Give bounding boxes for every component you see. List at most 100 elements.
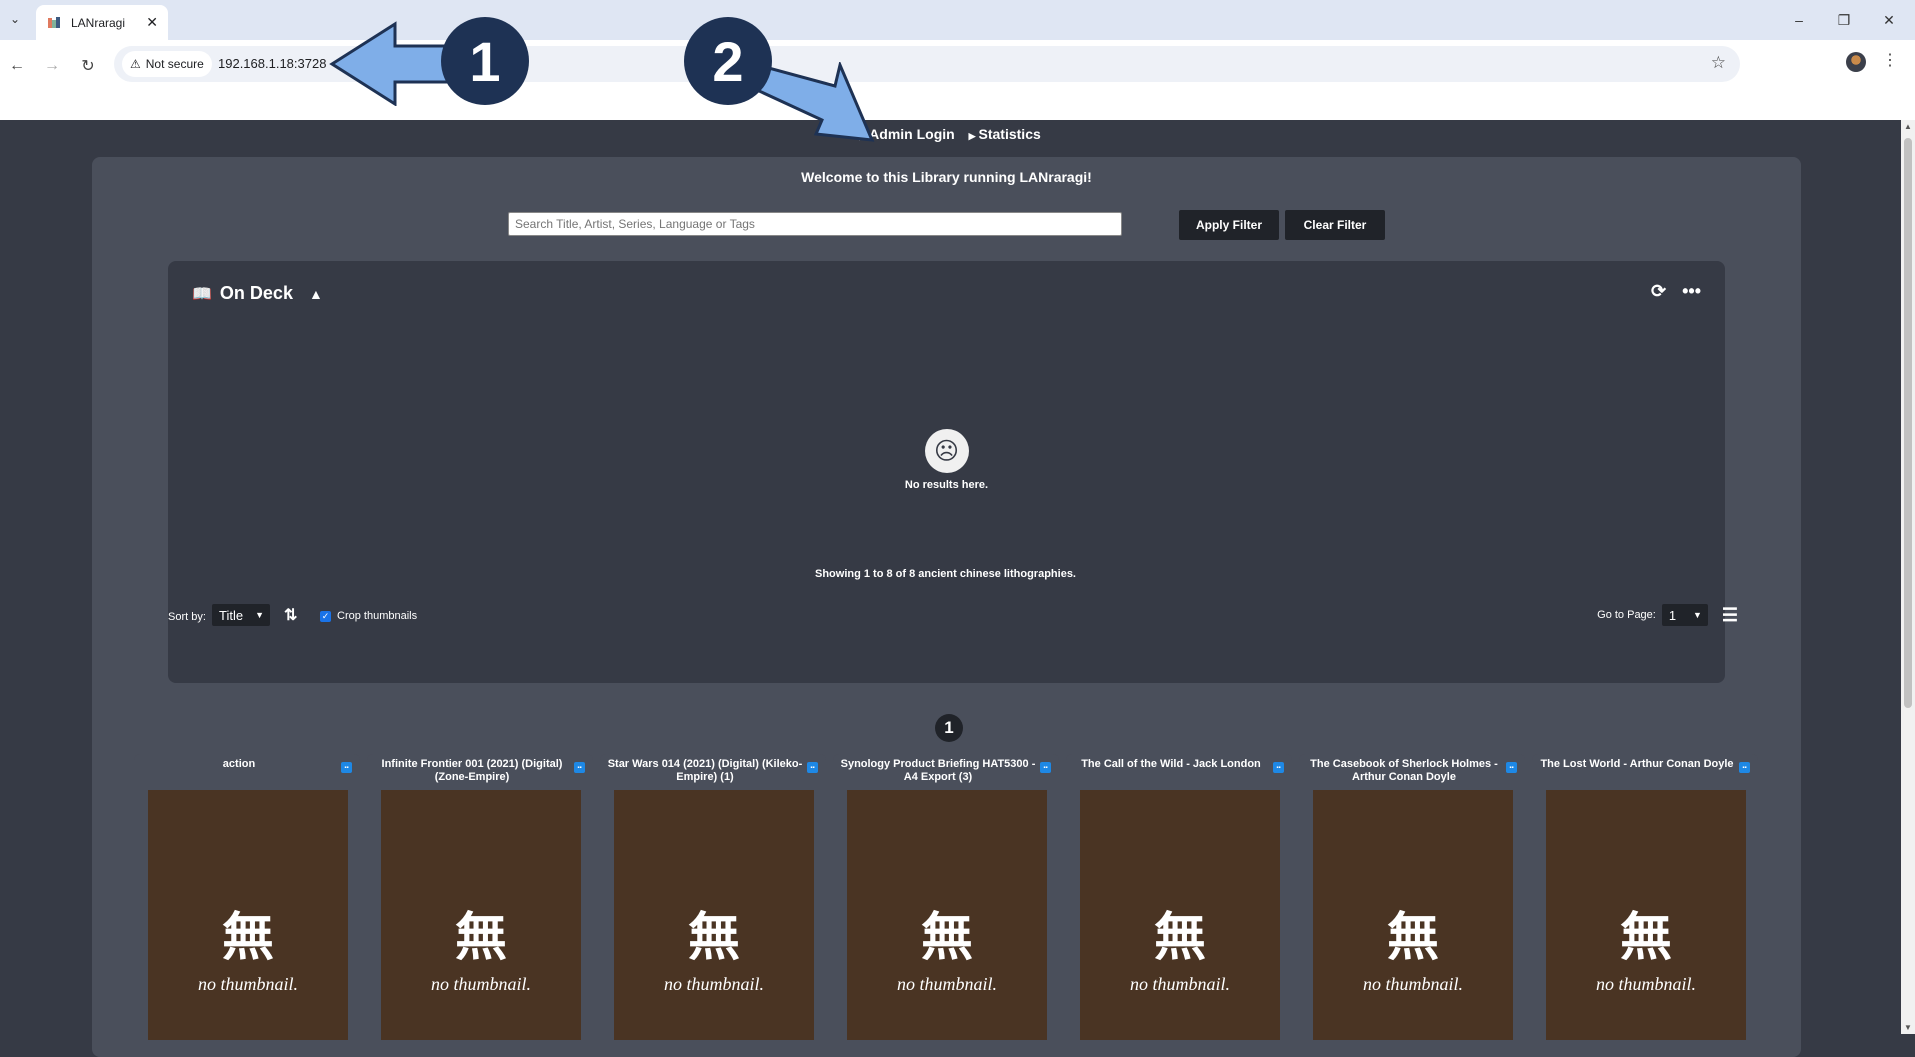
annotation-marker-1: 1 bbox=[441, 17, 529, 105]
forward-icon[interactable]: → bbox=[38, 52, 66, 80]
reload-icon[interactable]: ↻ bbox=[74, 52, 102, 80]
apply-filter-button[interactable]: Apply Filter bbox=[1179, 210, 1279, 240]
sort-value: Title bbox=[219, 607, 244, 623]
archive-thumbnail[interactable]: 無 no thumbnail. bbox=[1080, 790, 1280, 1040]
empty-state: ☹ No results here. bbox=[168, 429, 1725, 491]
new-badge-icon: ▪▪ bbox=[1040, 762, 1051, 773]
tab-title: LANraragi bbox=[71, 15, 126, 30]
archive-thumbnail[interactable]: 無 no thumbnail. bbox=[1313, 790, 1513, 1040]
page-scrollbar[interactable]: ▲ ▼ bbox=[1901, 120, 1915, 1034]
on-deck-header: 📖 On Deck ▲ bbox=[192, 283, 323, 304]
on-deck-actions: ⟳ ••• bbox=[1651, 281, 1701, 302]
archive-card[interactable]: action ▪▪ 無 no thumbnail. bbox=[134, 754, 360, 1054]
no-thumbnail-glyph: 無 bbox=[1153, 907, 1206, 968]
go-to-page-select[interactable]: 1 ▼ bbox=[1661, 604, 1708, 626]
archive-thumbnail[interactable]: 無 no thumbnail. bbox=[381, 790, 581, 1040]
no-thumbnail-glyph: 無 bbox=[687, 907, 740, 968]
scroll-up-icon[interactable]: ▲ bbox=[1904, 122, 1912, 131]
clear-filter-button[interactable]: Clear Filter bbox=[1285, 210, 1385, 240]
sort-direction-icon[interactable]: ⇅ bbox=[284, 605, 297, 625]
checkbox-checked-icon: ✓ bbox=[320, 610, 331, 622]
lanraragi-favicon-icon bbox=[46, 15, 62, 31]
go-to-page-value: 1 bbox=[1668, 607, 1677, 623]
crop-thumbnails-checkbox[interactable]: ✓ Crop thumbnails bbox=[320, 610, 417, 622]
statistics-label: Statistics bbox=[978, 126, 1041, 142]
caret-right-icon: ▶ bbox=[968, 131, 976, 141]
no-thumbnail-glyph: 無 bbox=[454, 907, 507, 968]
no-thumbnail-glyph: 無 bbox=[1386, 907, 1439, 968]
bookmark-star-icon[interactable]: ☆ bbox=[1711, 53, 1726, 73]
archive-title[interactable]: The Call of the Wild - Jack London bbox=[1072, 758, 1270, 771]
statistics-link[interactable]: ▶ Statistics bbox=[969, 126, 1041, 142]
no-thumbnail-text: no thumbnail. bbox=[663, 974, 764, 994]
profile-avatar[interactable] bbox=[1846, 52, 1866, 72]
new-badge-icon: ▪▪ bbox=[1739, 762, 1750, 773]
url-text[interactable]: 192.168.1.18:3728 bbox=[218, 56, 326, 71]
sort-label: Sort by: bbox=[168, 611, 206, 623]
result-count-text: Showing 1 to 8 of 8 ancient chinese lith… bbox=[815, 568, 1076, 580]
browser-toolbar: ← → ↻ ⚠ Not secure 192.168.1.18:3728 ☆ ⋮ bbox=[0, 40, 1915, 120]
no-thumbnail-text: no thumbnail. bbox=[1362, 974, 1463, 994]
pagination-page-1[interactable]: 1 bbox=[935, 714, 963, 742]
crop-thumbnails-label: Crop thumbnails bbox=[337, 610, 418, 622]
new-badge-icon: ▪▪ bbox=[1273, 762, 1284, 773]
no-thumbnail-glyph: 無 bbox=[1619, 907, 1672, 968]
archive-title[interactable]: Star Wars 014 (2021) (Digital) (Kileko-E… bbox=[606, 758, 804, 784]
archive-card[interactable]: The Call of the Wild - Jack London ▪▪ 無 no … bbox=[1066, 754, 1292, 1054]
search-input[interactable] bbox=[508, 212, 1122, 236]
warning-icon: ⚠ bbox=[130, 57, 141, 71]
tab-close-icon[interactable]: ✕ bbox=[146, 14, 158, 31]
top-nav: ▶ Admin Login ▶Statistics bbox=[0, 126, 1900, 142]
go-to-page: Go to Page: 1 ▼ ☰ bbox=[1597, 604, 1738, 626]
sad-face-icon: ☹ bbox=[924, 429, 969, 473]
chevron-down-icon: ▼ bbox=[1692, 610, 1702, 620]
chevron-down-icon: ▼ bbox=[255, 610, 264, 620]
book-reader-icon: 📖 bbox=[192, 285, 212, 303]
no-thumbnail-text: no thumbnail. bbox=[197, 974, 298, 994]
security-chip[interactable]: ⚠ Not secure bbox=[122, 51, 212, 77]
archive-thumbnail[interactable]: 無 no thumbnail. bbox=[847, 790, 1047, 1040]
security-label: Not secure bbox=[145, 57, 204, 71]
no-thumbnail-text: no thumbnail. bbox=[430, 974, 531, 994]
archive-thumbnail[interactable]: 無 no thumbnail. bbox=[614, 790, 814, 1040]
no-thumbnail-glyph: 無 bbox=[221, 907, 274, 968]
list-view-icon[interactable]: ☰ bbox=[1722, 605, 1738, 626]
on-deck-title: On Deck bbox=[219, 283, 293, 303]
tab-search-icon[interactable]: ⌄ bbox=[4, 8, 26, 30]
sort-select[interactable]: Title ▼ bbox=[212, 604, 270, 626]
browser-menu-icon[interactable]: ⋮ bbox=[1882, 50, 1898, 70]
new-badge-icon: ▪▪ bbox=[807, 762, 818, 773]
scrollbar-thumb[interactable] bbox=[1904, 138, 1912, 708]
new-badge-icon: ▪▪ bbox=[1506, 762, 1517, 773]
archive-title[interactable]: The Lost World - Arthur Conan Doyle bbox=[1538, 758, 1736, 771]
annotation-arrow-1 bbox=[329, 21, 457, 106]
archive-title[interactable]: The Casebook of Sherlock Holmes - Arthur… bbox=[1305, 758, 1503, 784]
archive-card[interactable]: Infinite Frontier 001 (2021) (Digital) (… bbox=[367, 754, 593, 1054]
sort-toolbar: Sort by: Title ▼ ⇅ ✓ Crop thumbnails Go to… bbox=[168, 604, 1738, 630]
scroll-down-icon[interactable]: ▼ bbox=[1904, 1023, 1912, 1032]
no-thumbnail-glyph: 無 bbox=[920, 907, 973, 968]
no-thumbnail-text: no thumbnail. bbox=[1129, 974, 1230, 994]
archive-thumbnail[interactable]: 無 no thumbnail. bbox=[1546, 790, 1746, 1040]
no-thumbnail-text: no thumbnail. bbox=[896, 974, 997, 994]
go-to-page-label: Go to Page: bbox=[1597, 609, 1656, 621]
new-badge-icon: ▪▪ bbox=[574, 762, 585, 773]
restore-icon[interactable]: ❐ bbox=[1829, 8, 1859, 32]
archive-card[interactable]: The Casebook of Sherlock Holmes - Arthur… bbox=[1299, 754, 1525, 1054]
empty-state-text: No results here. bbox=[904, 479, 989, 491]
archive-card[interactable]: Star Wars 014 (2021) (Digital) (Kileko-E… bbox=[600, 754, 826, 1054]
archive-thumbnail[interactable]: 無 no thumbnail. bbox=[148, 790, 348, 1040]
collapse-triangle-icon[interactable]: ▲ bbox=[309, 286, 323, 302]
archive-title[interactable]: Synology Product Briefing HAT5300 - A4 E… bbox=[839, 758, 1037, 784]
window-close-icon[interactable]: ✕ bbox=[1874, 8, 1904, 32]
archive-title[interactable]: action bbox=[140, 758, 338, 771]
no-thumbnail-text: no thumbnail. bbox=[1595, 974, 1696, 994]
minimize-icon[interactable]: – bbox=[1784, 8, 1814, 32]
browser-tab[interactable]: LANraragi ✕ bbox=[36, 5, 168, 40]
archive-card[interactable]: The Lost World - Arthur Conan Doyle ▪▪ 無 no… bbox=[1532, 754, 1758, 1054]
refresh-icon[interactable]: ⟳ bbox=[1651, 281, 1666, 302]
more-options-icon[interactable]: ••• bbox=[1682, 281, 1701, 302]
archive-card[interactable]: Synology Product Briefing HAT5300 - A4 E… bbox=[833, 754, 1059, 1054]
back-icon[interactable]: ← bbox=[3, 52, 31, 80]
archive-title[interactable]: Infinite Frontier 001 (2021) (Digital) (… bbox=[373, 758, 571, 784]
